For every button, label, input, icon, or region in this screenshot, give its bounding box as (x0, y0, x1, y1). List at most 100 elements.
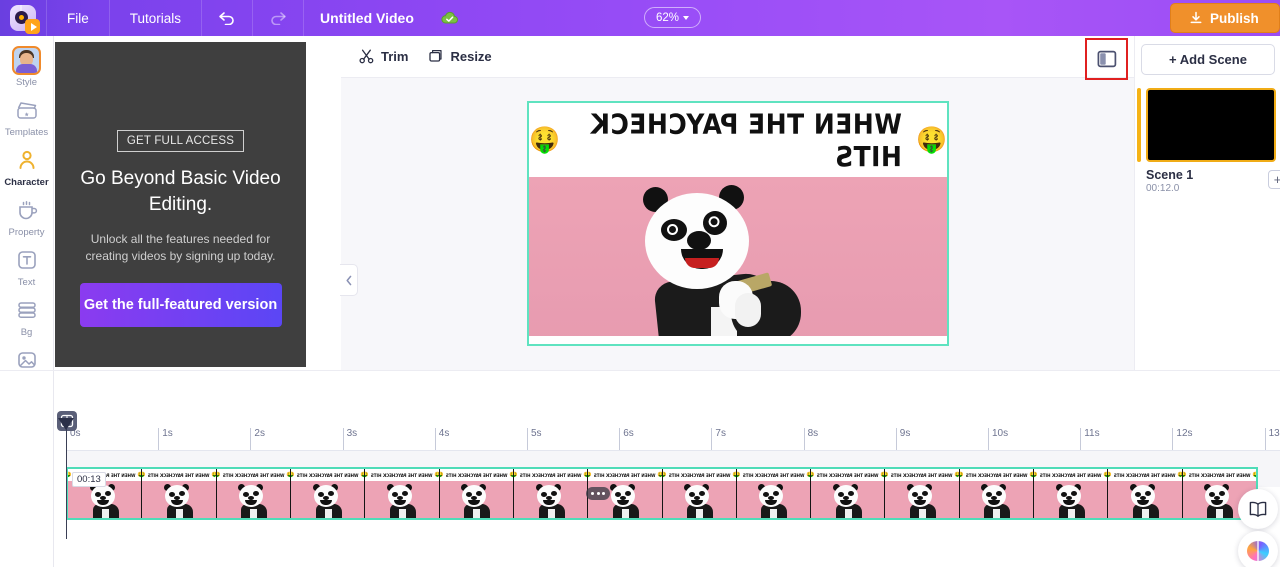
project-title[interactable]: Untitled Video (304, 0, 430, 36)
clip-frame-caption-text: WHEN THE PAYCHECK HITS (965, 472, 1028, 478)
clip-frame-caption-text: WHEN THE PAYCHECK HITS (222, 472, 285, 478)
clip-frame-caption: 🤑WHEN THE PAYCHECK HITS🤑 (1108, 469, 1182, 481)
ruler-tick: 3s (342, 428, 357, 450)
sidebar-label-character: Character (4, 177, 49, 188)
top-bar: File Tutorials Untitled Video 62% Publis… (0, 0, 1280, 36)
redo-icon[interactable] (253, 0, 303, 36)
scene-thumbnail[interactable] (1146, 88, 1276, 162)
emoji-money-mouth-icon: 🤑 (588, 472, 592, 478)
app-logo[interactable] (0, 0, 46, 36)
emoji-money-mouth-right: 🤑 (529, 125, 561, 154)
promo-badge: GET FULL ACCESS (116, 130, 245, 152)
timeline-gutter (0, 371, 54, 567)
emoji-money-mouth-icon: 🤑 (811, 472, 815, 478)
get-full-version-button[interactable]: Get the full-featured version (79, 283, 282, 327)
chevron-down-icon (683, 15, 690, 20)
clip-frame-image (142, 481, 216, 518)
clip-frame-caption-text: WHEN THE PAYCHECK HITS (742, 472, 805, 478)
clip-frame: 🤑WHEN THE PAYCHECK HITS🤑 (439, 469, 514, 518)
scene-name: Scene 1 (1146, 168, 1194, 182)
emoji-money-mouth-icon: 🤑 (291, 472, 295, 478)
clip-frame-image (662, 481, 736, 518)
video-editor-app: File Tutorials Untitled Video 62% Publis… (0, 0, 1280, 567)
emoji-money-mouth-icon: 🤑 (217, 472, 221, 478)
menu-tutorials[interactable]: Tutorials (110, 0, 201, 36)
emoji-money-mouth-icon: 🤑 (737, 472, 741, 478)
clip-frame-caption-text: WHEN THE PAYCHECK HITS (1039, 472, 1102, 478)
clip-frame-image (513, 481, 588, 518)
timeline-ruler[interactable]: 0s 1s 2s 3s 4s 5s 6s 7s 8s 9s 10s 11s 12s 13s (66, 428, 1280, 450)
side-panel-toggle-icon[interactable] (1093, 46, 1121, 72)
timeline-video-clip[interactable]: 🤑WHEN THE PAYCHECK HITS🤑🤑WHEN THE PAYCHE… (66, 467, 1258, 520)
collapse-panel-button[interactable] (340, 264, 358, 296)
trim-label: Trim (381, 49, 409, 64)
editor-toolbar: Trim Resize (341, 36, 1134, 78)
clip-frame: 🤑WHEN THE PAYCHECK HITS🤑 (885, 469, 960, 518)
playhead[interactable] (58, 418, 74, 539)
clip-frame: 🤑WHEN THE PAYCHECK HITS🤑 (662, 469, 737, 518)
stage-title-layer[interactable]: 🤑 WHEN THE PAYCHECK HITS 🤑 (529, 103, 947, 177)
help-book-button[interactable] (1238, 489, 1278, 529)
clip-frame: 🤑WHEN THE PAYCHECK HITS🤑 (1034, 469, 1109, 518)
ruler-tick: 2s (250, 428, 265, 450)
clip-frame-caption: 🤑WHEN THE PAYCHECK HITS🤑 (662, 469, 736, 481)
undo-icon[interactable] (202, 0, 252, 36)
ruler-tick: 12s (1172, 428, 1193, 450)
clip-frame-image (365, 481, 439, 518)
clip-frame-caption: 🤑WHEN THE PAYCHECK HITS🤑 (588, 469, 662, 481)
ruler-tick: 7s (711, 428, 726, 450)
emoji-money-mouth-icon: 🤑 (142, 472, 146, 478)
clip-frame-caption-text: WHEN THE PAYCHECK HITS (445, 472, 508, 478)
avatar-style-icon (12, 45, 42, 75)
emoji-money-mouth-icon: 🤑 (960, 472, 964, 478)
more-options-icon[interactable] (586, 487, 610, 500)
emoji-money-mouth-icon: 🤑 (365, 472, 369, 478)
stage-photo-layer[interactable] (529, 177, 947, 344)
sidebar-label-templates: Templates (4, 127, 49, 138)
zoom-level-selector[interactable]: 62% (644, 7, 702, 28)
sidebar-item-property[interactable]: Property (0, 195, 54, 245)
sidebar-label-bg: Bg (20, 327, 33, 338)
promo-body: Unlock all the features needed for creat… (85, 232, 276, 263)
clip-frame: 🤑WHEN THE PAYCHECK HITS🤑 (736, 469, 812, 518)
zoom-level-value: 62% (656, 11, 680, 24)
coffee-cup-icon (12, 195, 42, 225)
ruler-tick: 6s (619, 428, 634, 450)
sidebar-item-templates[interactable]: Templates (0, 95, 54, 145)
clip-frame-image (1034, 481, 1108, 518)
publish-button[interactable]: Publish (1170, 3, 1280, 33)
cloud-saved-icon (440, 8, 460, 28)
ruler-tick: 8s (803, 428, 818, 450)
divider (0, 370, 1280, 371)
clip-duration-badge: 00:13 (72, 472, 106, 487)
menu-file[interactable]: File (47, 0, 109, 36)
ai-assistant-button[interactable] (1238, 531, 1278, 567)
clip-frame-caption: 🤑WHEN THE PAYCHECK HITS🤑 (885, 469, 959, 481)
emoji-money-mouth-icon: 🤑 (440, 472, 444, 478)
clip-frame-caption: 🤑WHEN THE PAYCHECK HITS🤑 (290, 469, 365, 481)
add-scene-button[interactable]: + Add Scene (1141, 44, 1275, 75)
clip-frame-caption: 🤑WHEN THE PAYCHECK HITS🤑 (216, 469, 290, 481)
sidebar-item-bg[interactable]: Bg (0, 295, 54, 345)
clip-frame-caption-text: WHEN THE PAYCHECK HITS (148, 472, 210, 478)
clip-frame-image (290, 481, 365, 518)
clip-frame-caption: 🤑WHEN THE PAYCHECK HITS🤑 (365, 469, 439, 481)
promo-heading: Go Beyond Basic Video Editing. (80, 168, 281, 215)
add-scene-inline-button[interactable]: + (1268, 170, 1280, 189)
emoji-money-mouth-icon: 🤑 (885, 472, 889, 478)
resize-button[interactable]: Resize (428, 49, 492, 64)
chevron-left-icon (345, 275, 351, 285)
clip-frame-image (216, 481, 290, 518)
emoji-money-mouth-icon: 🤑 (514, 472, 518, 478)
sidebar-item-character[interactable]: Character (0, 145, 54, 195)
clip-frame-caption-text: WHEN THE PAYCHECK HITS (1188, 472, 1251, 478)
clip-frame-image (1108, 481, 1182, 518)
video-stage[interactable]: 🤑 WHEN THE PAYCHECK HITS 🤑 (527, 101, 949, 346)
ruler-tick: 0s (66, 428, 81, 450)
trim-button[interactable]: Trim (359, 49, 408, 64)
sidebar-item-style[interactable]: Style (0, 45, 54, 95)
clip-frame: 🤑WHEN THE PAYCHECK HITS🤑 (365, 469, 440, 518)
sidebar-item-text[interactable]: Text (0, 245, 54, 295)
canvas-area[interactable]: 🤑 WHEN THE PAYCHECK HITS 🤑 (341, 78, 1134, 370)
playhead-handle[interactable] (58, 418, 74, 430)
